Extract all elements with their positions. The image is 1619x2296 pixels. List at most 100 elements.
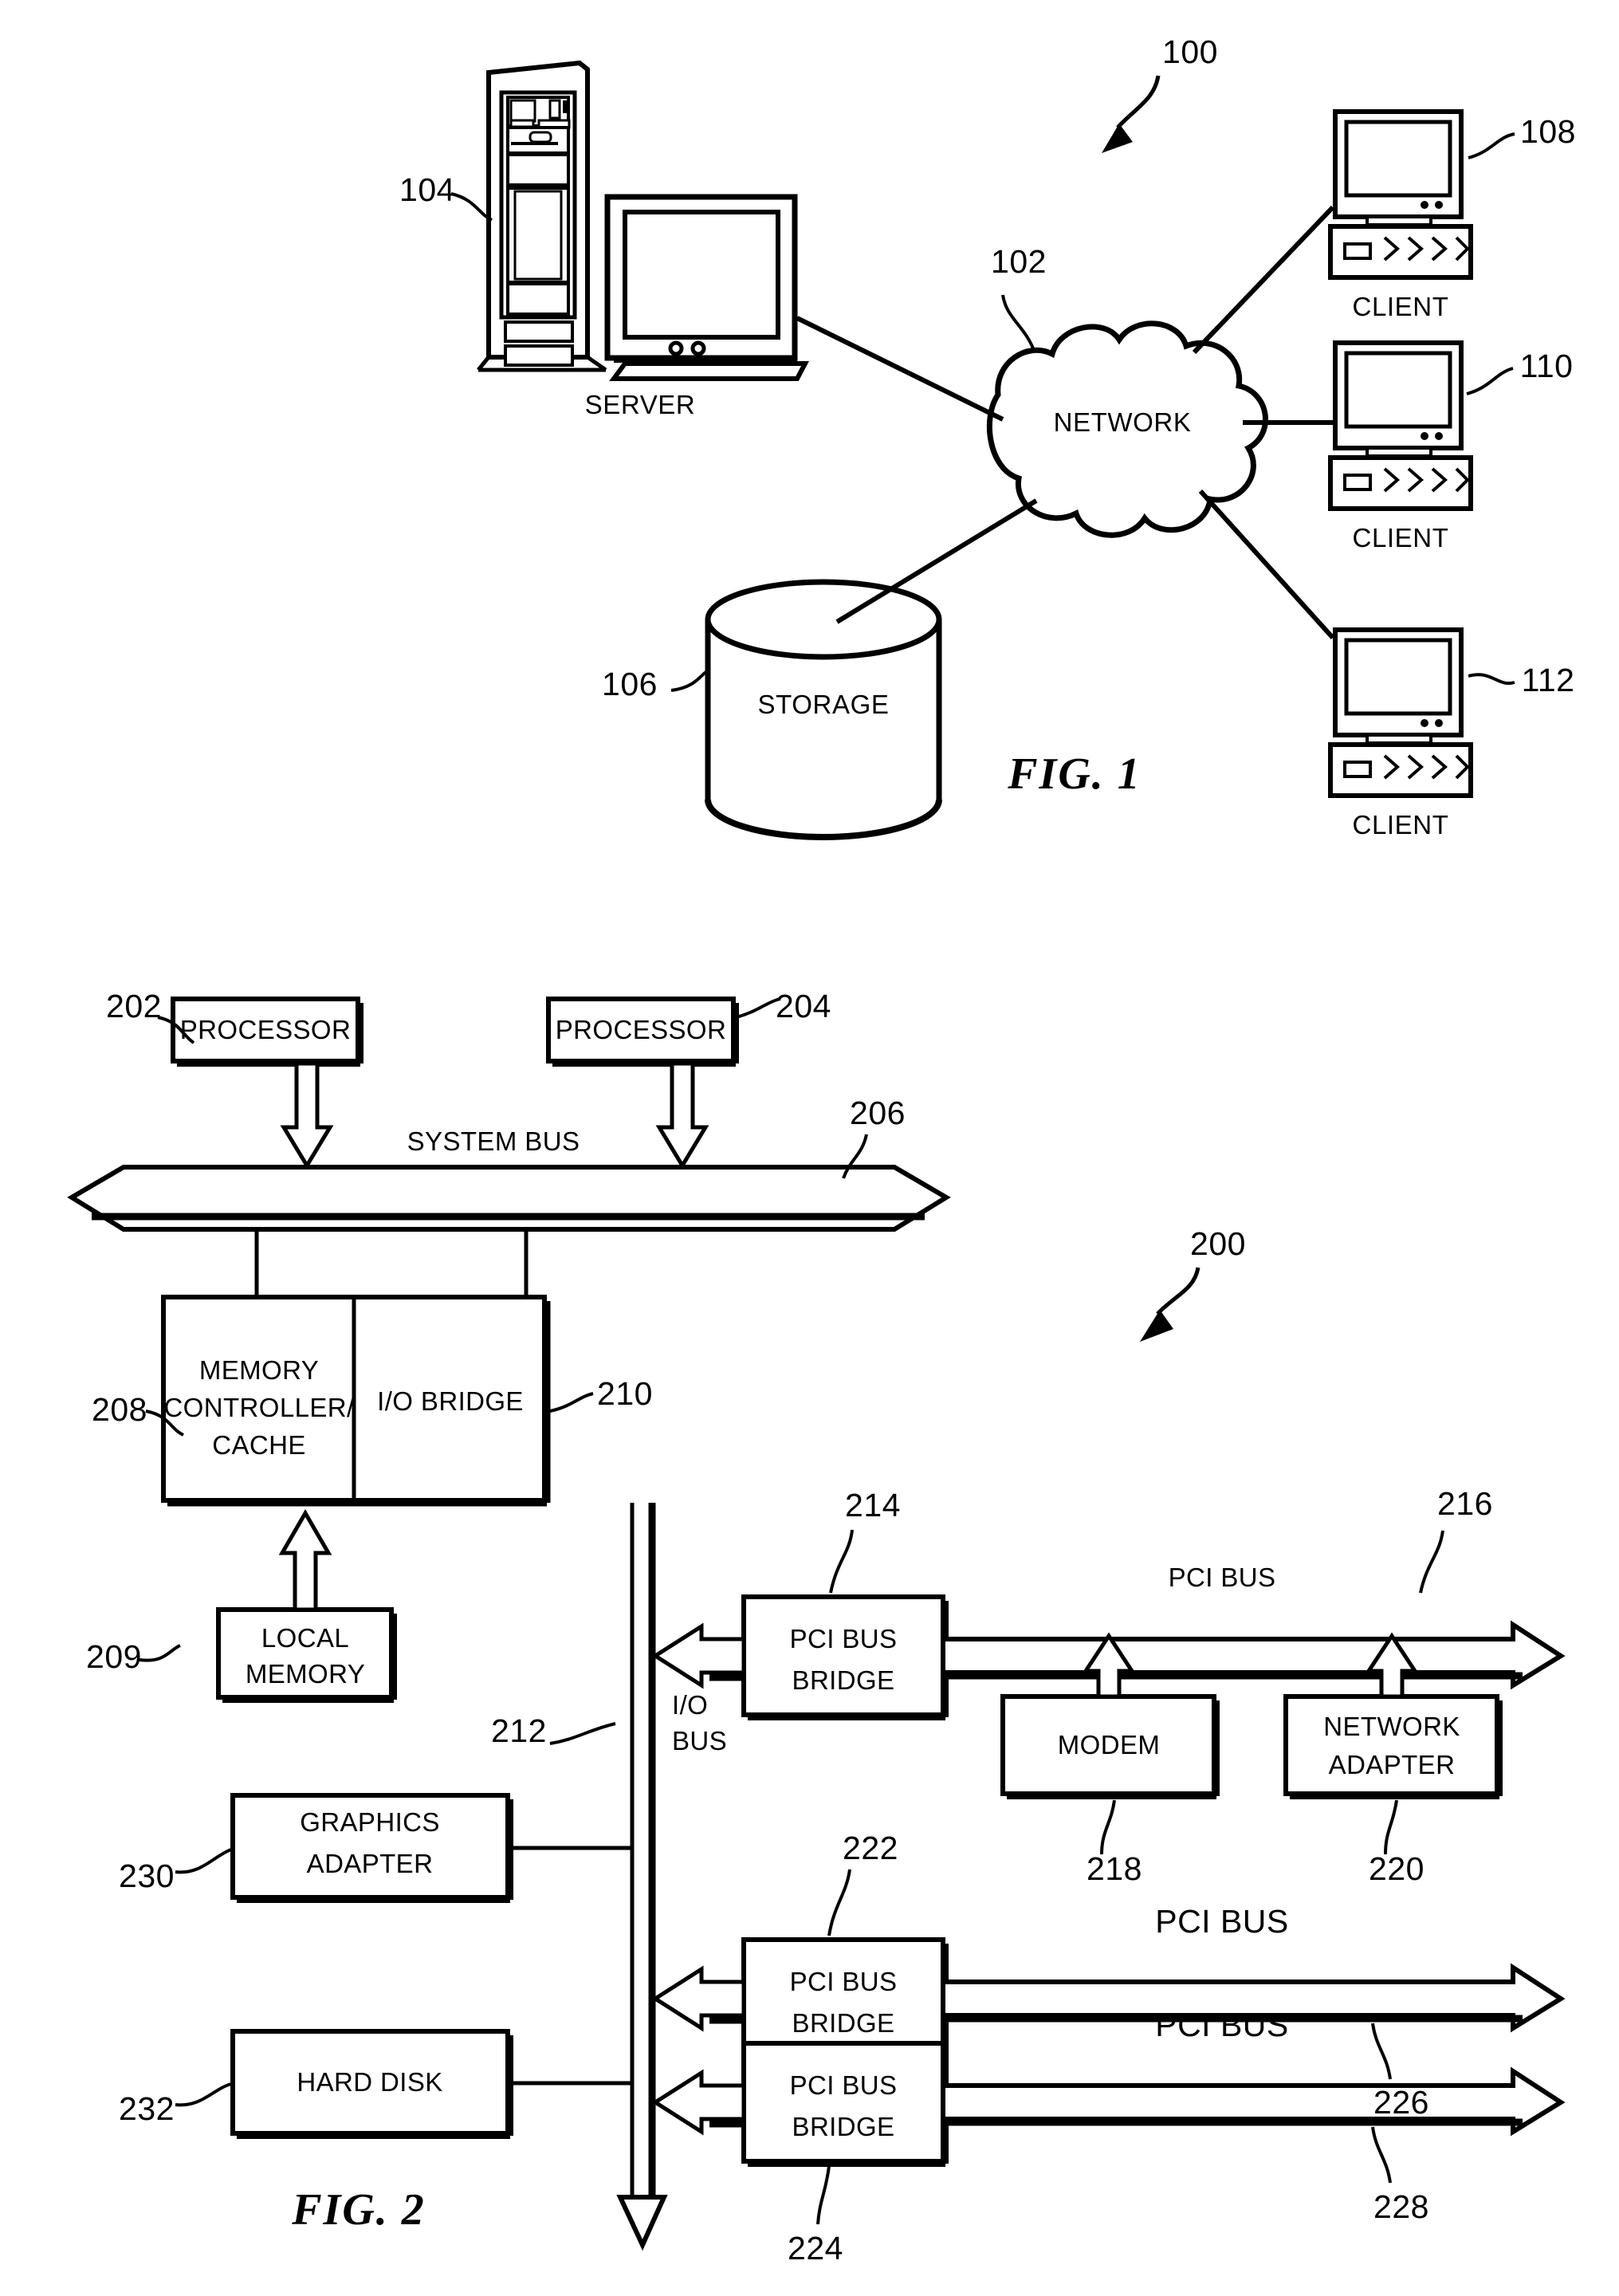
server-monitor-illustration [604, 194, 809, 381]
ref-104: 104 [399, 171, 455, 208]
system-bus-arrow [67, 1165, 951, 1232]
ref-224: 224 [788, 2229, 843, 2267]
ref-206: 206 [850, 1094, 906, 1131]
ref-202: 202 [106, 987, 162, 1024]
ref-200-leader [1140, 1267, 1200, 1342]
ref-230: 230 [119, 1857, 175, 1894]
client-108-illustration [1330, 112, 1471, 277]
ref-212: 212 [491, 1712, 547, 1749]
processor-204-bus-arrow [655, 1061, 709, 1170]
local-memory-line1: LOCAL [261, 1623, 350, 1653]
ref-112-leader [1468, 673, 1515, 686]
ref-214: 214 [845, 1486, 901, 1523]
ref-220-leader [1384, 1799, 1398, 1855]
ref-214-leader [829, 1529, 854, 1594]
ref-200: 200 [1190, 1225, 1246, 1262]
pci-bridge-222-line2: BRIDGE [792, 2008, 895, 2038]
ref-110-leader [1466, 367, 1514, 395]
ref-102: 102 [991, 242, 1047, 280]
pci-bridge-222-line1: PCI BUS [789, 1967, 898, 1996]
system-bus-drops [254, 1229, 529, 1297]
storage-caption: STORAGE [757, 690, 890, 720]
ref-226-leader [1371, 2023, 1392, 2080]
ref-100: 100 [1162, 33, 1218, 70]
io-bus-vertical [616, 1503, 668, 2251]
pci-bus-216-arrow [941, 1620, 1566, 1690]
figure-vector-layer [67, 60, 1566, 2251]
modem-label: MODEM [1057, 1730, 1161, 1760]
fig2-label: FIG. 2 [292, 2184, 426, 2235]
ref-224-leader [816, 2165, 831, 2225]
ref-210-leader [549, 1392, 594, 1413]
pci-bus-228-arrow [941, 2066, 1566, 2137]
graphics-adapter-line2: ADAPTER [306, 1849, 434, 1878]
ref-106: 106 [602, 665, 658, 702]
ref-230-leader [175, 1848, 232, 1874]
ref-204: 204 [776, 987, 831, 1024]
fig2-graphics [67, 997, 1566, 2251]
ref-110: 110 [1519, 347, 1574, 384]
ref-212-leader [549, 1722, 616, 1745]
client-110-caption: CLIENT [1352, 523, 1449, 553]
processor-204-label: PROCESSOR [555, 1015, 727, 1045]
memory-controller-line3: CACHE [212, 1430, 306, 1460]
memory-controller-line1: MEMORY [198, 1355, 320, 1385]
ref-102-leader [1001, 294, 1035, 349]
ref-226: 226 [1373, 2083, 1429, 2121]
ref-228-leader [1371, 2126, 1392, 2184]
network-adapter-line2: ADAPTER [1328, 1750, 1456, 1779]
ref-222-leader [827, 1869, 851, 1936]
network-adapter-line1: NETWORK [1323, 1712, 1460, 1741]
pci-bus-228-label: PCI BUS [1155, 2006, 1289, 2043]
local-memory-line2: MEMORY [245, 1659, 366, 1689]
pci-bridge-214-line1: PCI BUS [789, 1624, 898, 1653]
client-110-illustration [1330, 343, 1471, 509]
ref-216: 216 [1437, 1484, 1493, 1522]
ref-108-leader [1468, 132, 1515, 159]
server-caption: SERVER [584, 390, 696, 420]
network-caption: NETWORK [1053, 407, 1192, 438]
processor-202-label: PROCESSOR [179, 1015, 352, 1045]
pci-bridge-224-box [741, 2041, 949, 2167]
ref-100-leader [1102, 75, 1161, 153]
ref-218-leader [1100, 1799, 1116, 1855]
ref-232-leader [175, 2082, 232, 2107]
fig1-label: FIG. 1 [1008, 749, 1142, 799]
ref-209: 209 [86, 1637, 142, 1675]
hard-disk-label: HARD DISK [297, 2067, 443, 2097]
ref-108: 108 [1520, 112, 1576, 150]
pci-224-to-iobus-arrow [651, 2069, 746, 2136]
pci-bridge-224-line2: BRIDGE [792, 2112, 895, 2141]
ref-208: 208 [92, 1390, 147, 1428]
ref-218: 218 [1087, 1850, 1142, 1887]
ref-112: 112 [1521, 661, 1575, 698]
pci-bridge-214-box [741, 1594, 949, 1720]
processor-202-bus-arrow [280, 1061, 334, 1170]
ref-106-leader [670, 668, 711, 692]
graphics-adapter-line1: GRAPHICS [300, 1807, 440, 1837]
ref-220: 220 [1369, 1850, 1424, 1887]
local-memory-arrow [278, 1509, 332, 1612]
ref-204-leader [736, 997, 780, 1019]
ref-222: 222 [843, 1829, 898, 1866]
io-bus-line2: BUS [672, 1726, 728, 1755]
patent-drawing-page: 100 104 SERVER 102 NETWORK 106 STORAGE 1… [0, 0, 1619, 2296]
pci-bus-216-label: PCI BUS [1168, 1563, 1276, 1593]
client-112-caption: CLIENT [1352, 810, 1449, 840]
server-tower-illustration [477, 60, 607, 372]
ref-232: 232 [119, 2090, 175, 2127]
ref-228: 228 [1373, 2188, 1429, 2225]
pci-bus-226-label: PCI BUS [1155, 1902, 1289, 1940]
fig1-graphics [450, 60, 1515, 840]
ref-210: 210 [597, 1374, 653, 1412]
client-108-caption: CLIENT [1352, 292, 1449, 322]
client-112-illustration [1330, 630, 1471, 796]
system-bus-label: SYSTEM BUS [407, 1126, 580, 1157]
pci-214-to-iobus-arrow [651, 1622, 746, 1689]
pci-bridge-214-line2: BRIDGE [792, 1665, 895, 1695]
io-bus-line1: I/O [672, 1690, 709, 1720]
memory-controller-line2: CONTROLLER/ [163, 1393, 355, 1422]
ref-216-leader [1419, 1530, 1444, 1594]
ref-104-leader [450, 192, 493, 222]
ref-209-leader [139, 1644, 181, 1662]
